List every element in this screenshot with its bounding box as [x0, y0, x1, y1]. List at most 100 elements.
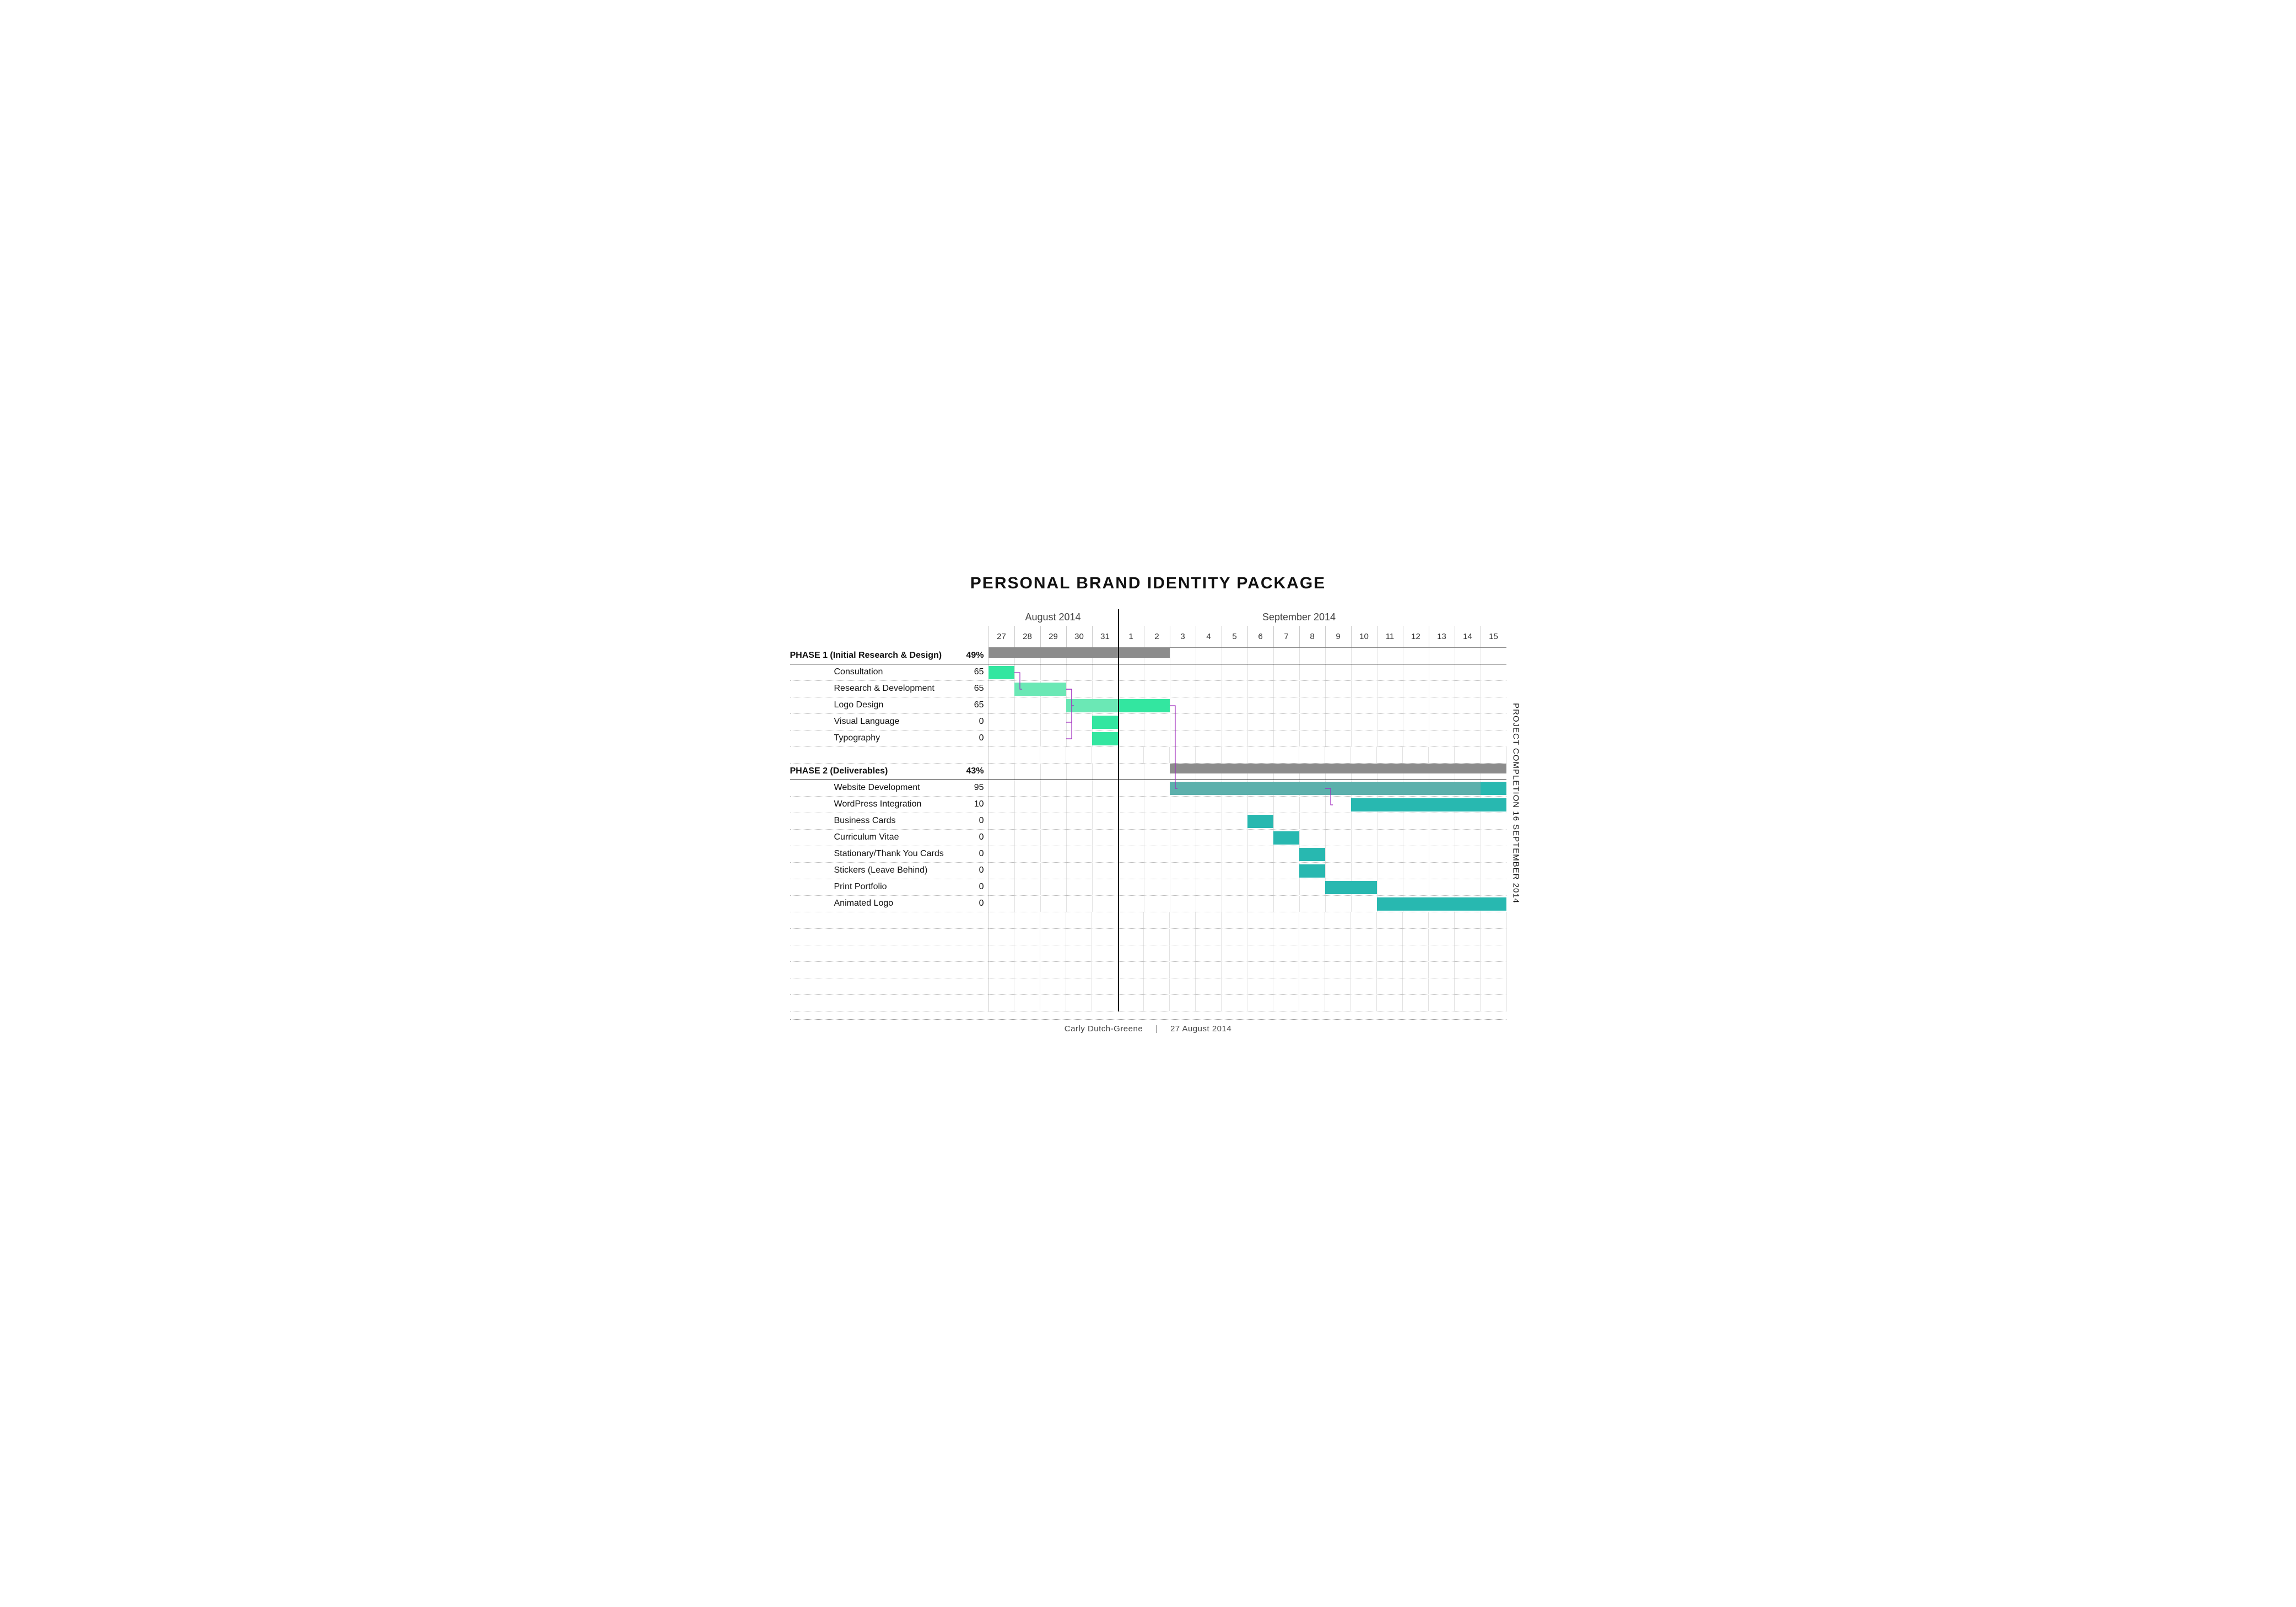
day-label: 1 — [1118, 626, 1144, 647]
gantt-page: PERSONAL BRAND IDENTITY PACKAGE PHASE 1 … — [790, 574, 1506, 1034]
row-labels-column: PHASE 1 (Initial Research & Design)49%Co… — [790, 609, 988, 1011]
day-headers: 2728293031123456789101112131415 — [988, 626, 1506, 648]
day-label: 29 — [1040, 626, 1066, 647]
task-row-label: Stationary/Thank You Cards0 — [790, 846, 988, 863]
task-row-label: Business Cards0 — [790, 813, 988, 830]
phase-bar — [1170, 764, 1506, 773]
grid-row — [988, 863, 1506, 879]
row-value: 0 — [954, 733, 984, 743]
task-bar — [1092, 732, 1118, 745]
day-label: 3 — [1170, 626, 1196, 647]
task-row-label: Research & Development65 — [790, 681, 988, 697]
phase-row-label: PHASE 1 (Initial Research & Design)49% — [790, 648, 988, 664]
row-label: Stickers (Leave Behind) — [814, 865, 954, 875]
footer: Carly Dutch-Greene | 27 August 2014 — [790, 1019, 1506, 1034]
grid-row — [988, 780, 1506, 797]
task-bar — [1170, 782, 1481, 795]
grid-row — [988, 648, 1506, 664]
task-bar — [1066, 699, 1118, 712]
grid-row — [988, 879, 1506, 896]
grid-row — [988, 813, 1506, 830]
phase-bar — [988, 648, 1170, 658]
task-row-label: Consultation65 — [790, 664, 988, 681]
day-label: 8 — [1299, 626, 1325, 647]
day-label: 9 — [1325, 626, 1351, 647]
grid-row — [988, 830, 1506, 846]
row-label: Stationary/Thank You Cards — [814, 849, 954, 859]
grid-row — [988, 764, 1506, 780]
row-value: 43% — [954, 766, 984, 776]
task-bar — [988, 666, 1014, 679]
task-bar — [1247, 815, 1273, 828]
task-row-label: Stickers (Leave Behind)0 — [790, 863, 988, 879]
gantt-chart: PHASE 1 (Initial Research & Design)49%Co… — [790, 609, 1506, 1011]
month-label: September 2014 — [1262, 612, 1336, 623]
phase-row-label: PHASE 2 (Deliverables)43% — [790, 764, 988, 780]
row-label: Visual Language — [814, 717, 954, 727]
row-label: Typography — [814, 733, 954, 743]
task-row-label: Website Development95 — [790, 780, 988, 797]
row-label: Business Cards — [814, 816, 954, 826]
grid-row — [988, 731, 1506, 747]
row-label: Research & Development — [814, 684, 954, 694]
row-label: Consultation — [814, 667, 954, 677]
task-row-label: Visual Language0 — [790, 714, 988, 731]
row-value: 65 — [954, 700, 984, 710]
grid-row — [988, 978, 1506, 995]
grid-row — [988, 681, 1506, 697]
row-value: 65 — [954, 667, 984, 677]
day-label: 27 — [988, 626, 1014, 647]
task-bar — [1299, 848, 1325, 861]
today-marker — [1118, 609, 1119, 1011]
row-value: 0 — [954, 882, 984, 892]
footer-date: 27 August 2014 — [1170, 1024, 1231, 1034]
task-bar — [1481, 782, 1506, 795]
row-label: PHASE 2 (Deliverables) — [790, 766, 954, 776]
grid-row — [988, 747, 1506, 764]
task-bar — [1092, 716, 1118, 729]
month-headers: August 2014 September 2014 — [988, 609, 1506, 626]
day-label: 4 — [1196, 626, 1222, 647]
grid-row — [988, 664, 1506, 681]
day-label: 7 — [1273, 626, 1299, 647]
footer-author: Carly Dutch-Greene — [1065, 1024, 1143, 1034]
grid-row — [988, 797, 1506, 813]
row-value: 0 — [954, 816, 984, 826]
day-label: 6 — [1247, 626, 1273, 647]
row-value: 0 — [954, 849, 984, 859]
month-label: August 2014 — [1025, 612, 1081, 623]
row-value: 95 — [954, 783, 984, 793]
row-label: WordPress Integration — [814, 799, 954, 809]
day-label: 2 — [1144, 626, 1170, 647]
task-bar — [1325, 881, 1377, 894]
task-row-label: Typography0 — [790, 731, 988, 747]
row-label: Logo Design — [814, 700, 954, 710]
row-value: 0 — [954, 717, 984, 727]
grid-row — [988, 896, 1506, 912]
row-label: PHASE 1 (Initial Research & Design) — [790, 651, 954, 661]
grid-row — [988, 945, 1506, 962]
row-value: 10 — [954, 799, 984, 809]
row-value: 0 — [954, 865, 984, 875]
footer-separator: | — [1155, 1024, 1158, 1034]
blank-row — [790, 995, 988, 1011]
task-row-label: Curriculum Vitae0 — [790, 830, 988, 846]
grid-row — [988, 929, 1506, 945]
task-bar — [1014, 683, 1066, 696]
row-label: Animated Logo — [814, 899, 954, 908]
day-label: 11 — [1377, 626, 1403, 647]
row-label: Curriculum Vitae — [814, 832, 954, 842]
day-label: 5 — [1222, 626, 1247, 647]
row-value: 65 — [954, 684, 984, 694]
blank-row — [790, 747, 988, 764]
grid-row — [988, 697, 1506, 714]
grid-row — [988, 912, 1506, 929]
grid-row — [988, 714, 1506, 731]
completion-note: PROJECT COMPLETION 16 SEPTEMBER 2014 — [1511, 703, 1521, 903]
gantt-body — [988, 648, 1506, 1011]
grid-row — [988, 962, 1506, 978]
day-label: 31 — [1092, 626, 1118, 647]
blank-row — [790, 929, 988, 945]
row-value: 49% — [954, 651, 984, 661]
day-label: 10 — [1351, 626, 1377, 647]
